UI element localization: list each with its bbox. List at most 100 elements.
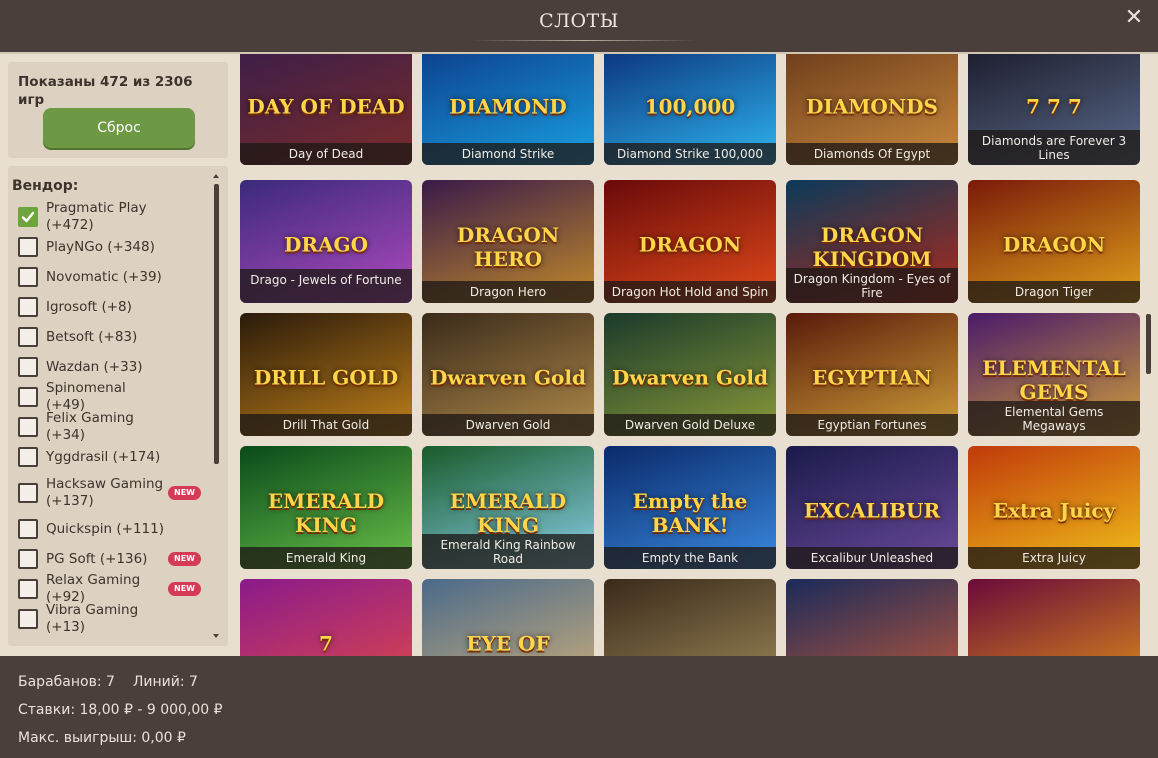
vendor-label: Vibra Gaming (+13) [46,602,139,635]
game-logo: DRAGON HERO [456,222,560,271]
game-tile[interactable]: ELEMENTAL GEMS Elemental Gems Megaways [968,313,1140,436]
vendor-label: Yggdrasil (+174) [46,448,161,465]
game-tile[interactable] [968,579,1140,656]
game-logo: ELEMENTAL GEMS [982,355,1126,404]
games-scrollbar[interactable] [1146,66,1152,646]
vendor-label: PlayNGo (+348) [46,238,155,255]
game-tile[interactable]: DRAGON Dragon Tiger [968,180,1140,303]
game-logo: EGYPTIAN [812,364,932,389]
vendor-scrollbar[interactable] [213,174,220,638]
vendor-label: Novomatic (+39) [46,268,162,285]
vendor-checkbox[interactable] [18,297,38,317]
scrollbar-thumb[interactable] [214,184,219,464]
game-logo: EYE OF [466,630,550,655]
game-title: Dragon Kingdom - Eyes of Fire [786,268,958,303]
vendor-item[interactable]: Spinomenal (+49) [8,380,214,413]
vendor-label: PG Soft (+136) [46,550,148,567]
game-title: Diamonds Of Egypt [786,143,958,165]
game-tile[interactable]: DRAGON Dragon Hot Hold and Spin [604,180,776,303]
game-tile[interactable]: DAY OF DEAD Day of Dead [240,54,412,165]
game-thumbnail [786,579,958,656]
vendor-item[interactable]: Wazdan (+33) [8,352,214,382]
game-title: Dragon Hot Hold and Spin [604,281,776,303]
vendor-checkbox[interactable] [18,207,38,227]
vendor-checkbox[interactable] [18,519,38,539]
game-tile[interactable]: DRAGO Drago - Jewels of Fortune [240,180,412,303]
game-tile[interactable]: Dwarven Gold Dwarven Gold Deluxe [604,313,776,436]
vendor-checkbox[interactable] [18,609,38,629]
game-tile[interactable]: DRAGON HERO Dragon Hero [422,180,594,303]
vendor-checkbox[interactable] [18,327,38,347]
game-title: Day of Dead [240,143,412,165]
vendor-list: Pragmatic Play (+472) PlayNGo (+348) Novom… [8,200,214,635]
game-tile[interactable]: Extra Juicy Extra Juicy [968,446,1140,569]
game-logo: EMERALD KING [449,488,567,537]
game-tile[interactable]: Empty the BANK! Empty the Bank [604,446,776,569]
vendor-item[interactable]: Igrosoft (+8) [8,292,214,322]
game-tile[interactable]: 7 7 7 Diamonds are Forever 3 Lines [968,54,1140,165]
game-thumbnail [968,579,1140,656]
game-tile[interactable]: Dwarven Gold Dwarven Gold [422,313,594,436]
game-logo: Empty the BANK! [632,488,748,537]
vendor-checkbox[interactable] [18,387,38,407]
vendor-item[interactable]: Novomatic (+39) [8,262,214,292]
game-tile[interactable]: DRAGON KINGDOM Dragon Kingdom - Eyes of F… [786,180,958,303]
reset-button[interactable]: Сброс [43,108,195,148]
vendor-item[interactable]: Hacksaw Gaming (+137) NEW [8,472,214,514]
game-logo: Dwarven Gold [612,364,768,389]
game-tile[interactable]: DRILL GOLD Drill That Gold [240,313,412,436]
vendor-checkbox[interactable] [18,549,38,569]
vendor-item[interactable]: Vibra Gaming (+13) [8,602,214,635]
vendor-label: Wazdan (+33) [46,358,143,375]
close-icon[interactable]: ✕ [1122,6,1146,30]
game-tile[interactable]: EYE OF [422,579,594,656]
vendor-label: Quickspin (+111) [46,520,164,537]
game-title: Diamond Strike 100,000 [604,143,776,165]
scroll-down-icon[interactable] [213,634,219,638]
game-tile[interactable]: 7 [240,579,412,656]
vendor-item[interactable]: Pragmatic Play (+472) [8,200,214,233]
game-title: Emerald King Rainbow Road [422,534,594,569]
check-icon [21,211,35,223]
scrollbar-thumb[interactable] [1146,314,1151,374]
vendor-label: Hacksaw Gaming (+137) [46,476,164,509]
game-tile[interactable]: DIAMOND Diamond Strike [422,54,594,165]
game-tile[interactable]: 100,000 Diamond Strike 100,000 [604,54,776,165]
game-info-footer: Барабанов: 7 Линий: 7 Ставки: 18,00 ₽ - 9… [0,656,1158,758]
max-win: Макс. выигрыш: 0,00 ₽ [18,730,186,746]
game-tile[interactable]: EXCALIBUR Excalibur Unleashed [786,446,958,569]
reels-lines-row: Барабанов: 7 Линий: 7 [18,674,198,690]
vendor-title: Вендор: [12,178,79,194]
vendor-checkbox[interactable] [18,267,38,287]
scroll-up-icon[interactable] [213,174,219,178]
game-tile[interactable]: EGYPTIAN Egyptian Fortunes [786,313,958,436]
vendor-item[interactable]: Relax Gaming (+92) NEW [8,572,214,605]
vendor-item[interactable]: Felix Gaming (+34) [8,410,214,443]
vendor-checkbox[interactable] [18,357,38,377]
vendor-checkbox[interactable] [18,417,38,437]
vendor-item[interactable]: PG Soft (+136) NEW [8,544,214,574]
vendor-checkbox[interactable] [18,447,38,467]
vendor-checkbox[interactable] [18,237,38,257]
vendor-item[interactable]: PlayNGo (+348) [8,232,214,262]
modal-header: СЛОТЫ ✕ [0,0,1158,52]
vendor-item[interactable]: Quickspin (+111) [8,514,214,544]
vendor-item[interactable]: Betsoft (+83) [8,322,214,352]
game-tile[interactable] [786,579,958,656]
vendor-checkbox[interactable] [18,579,38,599]
game-logo: DRAGON [1002,231,1106,256]
game-tile[interactable]: DIAMONDS Diamonds Of Egypt [786,54,958,165]
game-title: Drill That Gold [240,414,412,436]
game-logo: EXCALIBUR [803,497,941,522]
game-tile[interactable]: EMERALD KING Emerald King [240,446,412,569]
new-badge: NEW [168,582,201,596]
page-title: СЛОТЫ [539,10,619,32]
game-tile[interactable] [604,579,776,656]
title-divider [470,40,698,41]
game-title: Diamonds are Forever 3 Lines [968,130,1140,165]
game-logo: DAY OF DEAD [247,93,405,118]
vendor-checkbox[interactable] [18,483,38,503]
game-tile[interactable]: EMERALD KING Emerald King Rainbow Road [422,446,594,569]
vendor-item[interactable]: Yggdrasil (+174) [8,442,214,472]
game-title: Dwarven Gold [422,414,594,436]
